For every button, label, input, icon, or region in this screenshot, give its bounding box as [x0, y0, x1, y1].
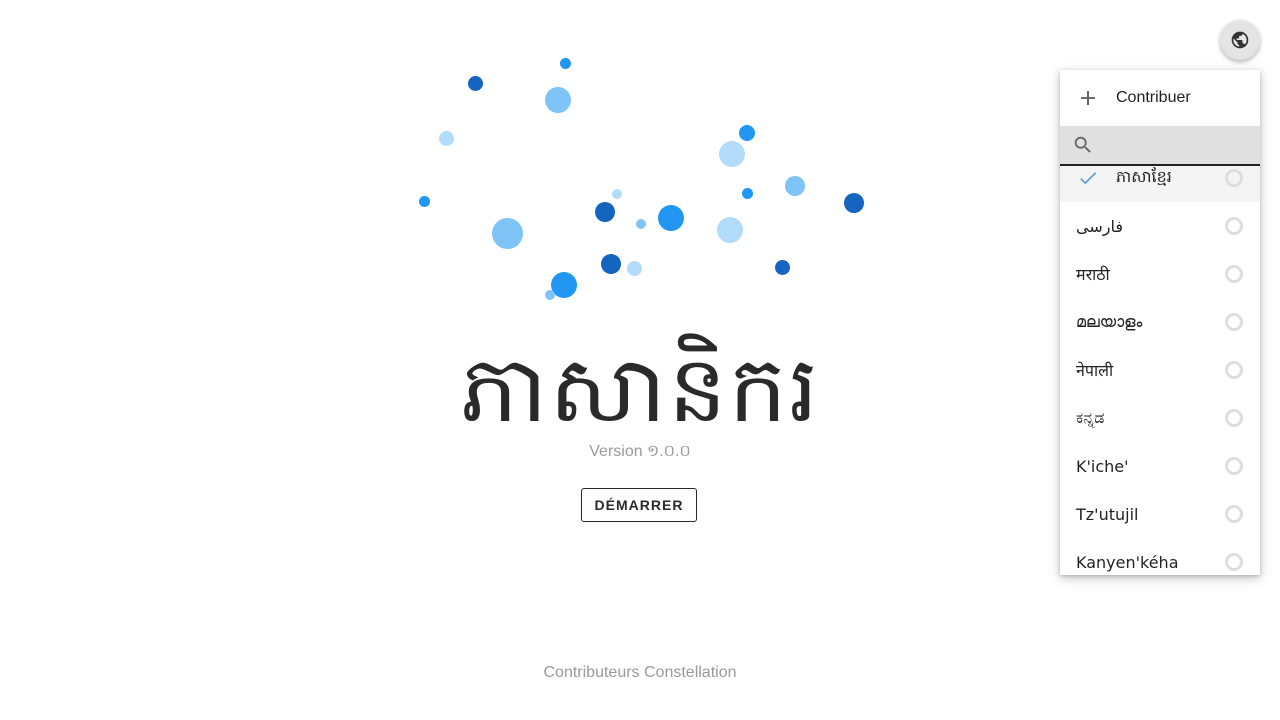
- language-item[interactable]: Tz'utujil: [1060, 490, 1260, 538]
- dot: [775, 260, 790, 275]
- language-item[interactable]: Kanyen'kéha: [1060, 538, 1260, 575]
- language-item[interactable]: فارسی: [1060, 202, 1260, 250]
- dot: [612, 189, 622, 199]
- search-icon: [1060, 134, 1106, 156]
- radio-button[interactable]: [1225, 457, 1243, 475]
- dot: [560, 58, 571, 69]
- dot: [844, 193, 864, 213]
- dot: [439, 131, 454, 146]
- dot: [468, 76, 483, 91]
- language-menu: Contribuer ភាសាខ្មែរ فارسی मराठी മലയാളം …: [1060, 70, 1260, 575]
- start-button[interactable]: DÉMARRER: [581, 488, 697, 522]
- radio-button[interactable]: [1225, 553, 1243, 571]
- dot: [545, 290, 555, 300]
- radio-button[interactable]: [1225, 265, 1243, 283]
- dot: [595, 202, 615, 222]
- language-item[interactable]: K'iche': [1060, 442, 1260, 490]
- radio-button[interactable]: [1225, 169, 1243, 187]
- language-menu-button[interactable]: [1220, 20, 1260, 60]
- language-item[interactable]: ಕನ್ನಡ: [1060, 394, 1260, 442]
- dot: [492, 218, 523, 249]
- dot: [545, 87, 571, 113]
- language-item[interactable]: नेपाली: [1060, 346, 1260, 394]
- dot: [717, 217, 743, 243]
- dot: [627, 261, 642, 276]
- dot: [419, 196, 430, 207]
- radio-button[interactable]: [1225, 409, 1243, 427]
- footer-credits[interactable]: Contributeurs Constellation: [0, 664, 1280, 682]
- dot: [719, 141, 745, 167]
- dot: [636, 219, 646, 229]
- globe-icon: [1231, 31, 1249, 49]
- page: ភាសានិករ Version ១.០.០ DÉMARRER Contribu…: [0, 0, 1280, 720]
- language-search: [1060, 126, 1260, 166]
- dot: [658, 205, 684, 231]
- language-item[interactable]: മലയാളം: [1060, 298, 1260, 346]
- radio-button[interactable]: [1225, 361, 1243, 379]
- dot: [551, 272, 577, 298]
- dot: [785, 176, 805, 196]
- dot: [742, 188, 753, 199]
- check-icon: [1060, 167, 1116, 189]
- radio-button[interactable]: [1225, 313, 1243, 331]
- search-input[interactable]: [1106, 129, 1250, 161]
- language-item[interactable]: मराठी: [1060, 250, 1260, 298]
- contribute-label: Contribuer: [1116, 89, 1191, 106]
- language-list: ភាសាខ្មែរ فارسی मराठी മലയാളം नेपाली ಕನ್ನ…: [1060, 166, 1260, 575]
- plus-icon: [1060, 89, 1116, 107]
- language-item[interactable]: ភាសាខ្មែរ: [1060, 166, 1260, 202]
- contribute-menu-item[interactable]: Contribuer: [1060, 70, 1260, 126]
- dot: [601, 254, 621, 274]
- dot: [739, 125, 755, 141]
- radio-button[interactable]: [1225, 505, 1243, 523]
- radio-button[interactable]: [1225, 217, 1243, 235]
